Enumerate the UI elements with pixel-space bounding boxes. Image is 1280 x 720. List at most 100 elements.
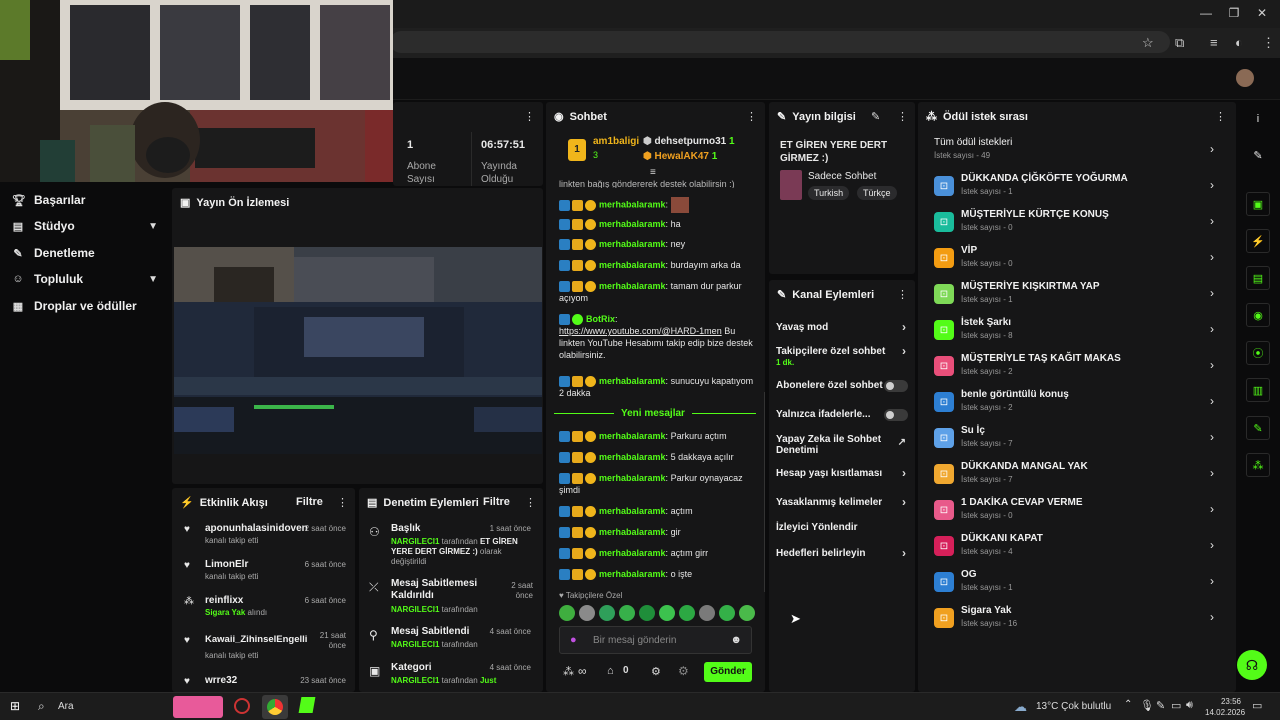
tag-badge[interactable]: Türkçe (857, 186, 897, 200)
reward-item[interactable]: ⊡ MÜŞTERİYE KIŞKIRTMA YAP İstek sayısı - 1… (934, 280, 1224, 312)
chat-message[interactable]: merhabalaramk: burdayım arka da (559, 259, 757, 272)
avatar[interactable] (1236, 69, 1254, 87)
pen-icon[interactable]: ✎ (1156, 699, 1165, 712)
kebab-icon[interactable]: ⋮ (897, 110, 908, 123)
search-icon[interactable]: ⌕ (38, 699, 45, 714)
emote-icon[interactable] (719, 605, 735, 621)
sidebar-item-moderation[interactable]: ✎ Denetleme (12, 243, 162, 263)
account-age-item[interactable]: Hesap yaşı kısıtlaması › (776, 467, 906, 479)
chrome-taskbar-button[interactable] (262, 695, 288, 719)
address-bar[interactable] (390, 31, 1170, 53)
notification-icon[interactable]: ▭ (1252, 699, 1262, 712)
emote-icon[interactable] (739, 605, 755, 621)
chevron-up-icon[interactable]: ⌃ (1124, 699, 1132, 710)
chat-message[interactable]: merhabalaramk: o işte (559, 568, 757, 581)
stream-preview[interactable] (174, 247, 542, 454)
reward-item[interactable]: ⊡ Su İç İstek sayısı - 7 › (934, 424, 1224, 456)
reward-item[interactable]: ⊡ DÜKKANDA ÇİĞKÖFTE YOĞURMA İstek sayısı -… (934, 172, 1224, 204)
reward-item[interactable]: ⊡ İstek Şarkı İstek sayısı - 8 › (934, 316, 1224, 348)
chat-message[interactable]: BotRix: https://www.youtube.com/@HARD-1me… (559, 313, 757, 361)
chat-message[interactable]: merhabalaramk: gir (559, 526, 757, 539)
mod-action-item[interactable]: ▣ Kategori NARGILECI1 tarafından Just 4 … (369, 662, 537, 685)
chat-message[interactable]: merhabalaramk: ney (559, 238, 757, 251)
chat-message[interactable]: merhabalaramk: 5 dakkaya açılır (559, 451, 757, 464)
maximize-button[interactable]: ❐ (1224, 6, 1244, 20)
ai-moderation-item[interactable]: Yapay Zeka ile Sohbet Denetimi ↗ (776, 434, 906, 456)
sidebar-item-achievements[interactable]: 🏆︎ Başarılar (12, 190, 162, 210)
kebab-icon[interactable]: ⋮ (746, 110, 757, 123)
mod-action-item[interactable]: ⤫ Mesaj Sabitlemesi Kaldırıldı NARGILECI… (369, 578, 537, 614)
set-goals-item[interactable]: Hedefleri belirleyin › (776, 547, 906, 559)
bookmark-star-icon[interactable]: ☆ (1142, 35, 1154, 51)
tag-badge[interactable]: Turkish (808, 186, 850, 200)
reward-item[interactable]: ⊡ MÜŞTERİYLE KÜRTÇE KONUŞ İstek sayısı - 0… (934, 208, 1224, 240)
emoji-icon[interactable]: ☻ (730, 634, 742, 646)
settings-gear-icon[interactable]: ⚙ (651, 665, 661, 678)
log-icon[interactable]: ▤ (1246, 266, 1270, 290)
list-item[interactable]: ♥ aponunhalasinidoven kanalı takip etti … (184, 523, 350, 545)
sidebar-item-studio[interactable]: ▤ Stüdyo ▼ (12, 216, 162, 236)
stream-category[interactable]: Sadece Sohbet (808, 171, 876, 182)
profile-flag-icon[interactable]: ◐ (1235, 35, 1243, 50)
chat-scrollbar[interactable] (764, 392, 765, 592)
share-icon[interactable]: ⁂ (563, 665, 574, 678)
extensions-icon[interactable]: ⧉ (1175, 35, 1184, 51)
followers-only-item[interactable]: Takipçilere özel sohbet 1 dk. › (776, 345, 906, 368)
support-headset-icon[interactable]: ☊ (1237, 650, 1267, 680)
emote-icon[interactable] (699, 605, 715, 621)
emote-icon[interactable] (639, 605, 655, 621)
store-icon[interactable]: ⌂ (607, 665, 614, 677)
top-gifter-name[interactable]: HewalAK47 (655, 151, 709, 162)
reward-item[interactable]: ⊡ MÜŞTERİYLE TAŞ KAĞIT MAKAS İstek sayısı … (934, 352, 1224, 384)
controller-icon[interactable]: ⚙ (678, 664, 689, 678)
camera-icon[interactable]: ▣ (1246, 192, 1270, 216)
emote-icon[interactable] (659, 605, 675, 621)
chat-message[interactable]: merhabalaramk: açtım (559, 505, 757, 518)
emotes-only-toggle[interactable] (884, 409, 908, 421)
taskbar-search-label[interactable]: Ara (58, 701, 74, 712)
mod-action-item[interactable]: ⚲ Mesaj Sabitlendi NARGILECI1 tarafından… (369, 626, 537, 649)
emote-icon[interactable] (599, 605, 615, 621)
mod-action-item[interactable]: ⚇ Başlık NARGILECI1 tarafından ET GİREN … (369, 523, 537, 567)
reward-item[interactable]: ⊡ OG İstek sayısı - 1 › (934, 568, 1224, 600)
send-button[interactable]: Gönder (704, 662, 752, 682)
obs-icon[interactable] (234, 698, 250, 714)
network-icon[interactable]: ▭ (1171, 699, 1181, 712)
chat-message[interactable]: merhabalaramk: ha (559, 218, 757, 231)
emote-icon[interactable] (679, 605, 695, 621)
reward-item[interactable]: ⊡ VİP İstek sayısı - 0 › (934, 244, 1224, 276)
close-button[interactable]: ✕ (1252, 6, 1272, 20)
weather-text[interactable]: 13°C Çok bulutlu (1036, 701, 1111, 712)
chat-message[interactable]: merhabalaramk: Parkur oynayacaz şimdi (559, 472, 757, 496)
chat-icon[interactable]: ◉ (1246, 303, 1270, 327)
broadcast-icon[interactable]: ⦿ (1246, 341, 1270, 365)
edit-pencil-icon[interactable]: ✎ (871, 110, 880, 123)
category-thumbnail[interactable] (780, 170, 802, 200)
emote-icon[interactable] (579, 605, 595, 621)
sidebar-item-community[interactable]: ☺ Topluluk ▼ (12, 269, 162, 289)
mod-filter-button[interactable]: Filtre (483, 496, 510, 508)
edit-pencil-icon[interactable]: ✎ (1246, 143, 1270, 167)
subscribers-only-toggle[interactable] (884, 380, 908, 392)
slow-mode-item[interactable]: Yavaş mod › (776, 321, 906, 333)
kebab-icon[interactable]: ⋮ (1215, 110, 1226, 123)
info-icon[interactable]: i (1246, 107, 1270, 131)
windows-start-icon[interactable]: ⊞ (10, 699, 20, 713)
kebab-icon[interactable]: ⋮ (524, 110, 535, 123)
emote-icon[interactable] (619, 605, 635, 621)
reward-item[interactable]: ⊡ Sigara Yak İstek sayısı - 16 › (934, 604, 1224, 636)
reward-item[interactable]: ⊡ DÜKKANDA MANGAL YAK İstek sayısı - 7 › (934, 460, 1224, 492)
clock[interactable]: 23:56 14.02.2026 (1205, 696, 1245, 718)
events-filter-button[interactable]: Filtre (296, 496, 323, 508)
reward-item[interactable]: ⊡ DÜKKANI KAPAT İstek sayısı - 4 › (934, 532, 1224, 564)
kebab-icon[interactable]: ⋮ (897, 288, 908, 301)
chat-message[interactable]: merhabalaramk: sunucuyu kapatıyom 2 dakk… (559, 375, 757, 399)
kebab-icon[interactable]: ⋮ (337, 496, 348, 509)
emote-icon[interactable] (559, 605, 575, 621)
reward-item[interactable]: ⊡ 1 DAKİKA CEVAP VERME İstek sayısı - 0 › (934, 496, 1224, 528)
reward-icon[interactable]: ⁂ (1246, 453, 1270, 477)
search-highlight-image[interactable] (173, 696, 223, 718)
reward-item[interactable]: ⊡ benle görüntülü konuş İstek sayısı - 2 › (934, 388, 1224, 420)
microphone-icon[interactable]: ● (570, 634, 577, 646)
volume-icon[interactable]: 🔊︎ (1186, 699, 1193, 712)
